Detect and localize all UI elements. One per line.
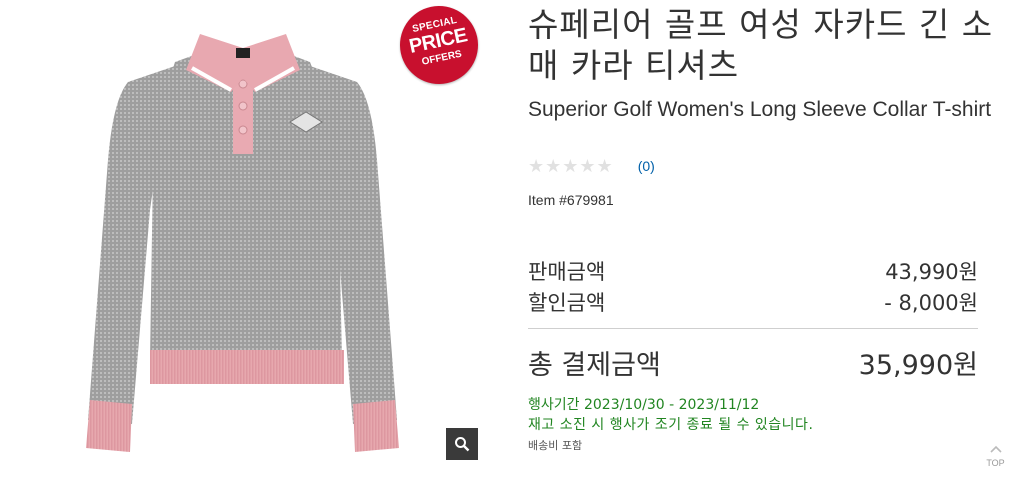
sale-price-value: 43,990원: [885, 260, 978, 284]
product-image[interactable]: SPECIAL PRICE OFFERS: [0, 0, 486, 472]
item-number: Item #679981: [528, 192, 614, 208]
star-rating-icon: ★★★★★: [528, 155, 614, 176]
shipping-note: 배송비 포함: [528, 439, 583, 452]
sale-price-row: 판매금액 43,990원: [528, 256, 978, 286]
price-divider: [528, 328, 978, 329]
chevron-up-icon: [989, 445, 1002, 453]
event-period: 행사기간 2023/10/30 - 2023/11/12: [528, 397, 760, 413]
product-title-korean: 슈페리어 골프 여성 자카드 긴 소매 카라 티셔츠: [528, 5, 994, 85]
total-price-row: 총 결제금액 35,990원: [528, 343, 978, 382]
scroll-top-button[interactable]: TOP: [982, 440, 1009, 470]
discount-row: 할인금액 - 8,000원: [528, 287, 978, 317]
discount-value: - 8,000원: [884, 291, 978, 315]
zoom-button[interactable]: [446, 428, 478, 460]
rating-summary[interactable]: ★★★★★ (0): [528, 156, 655, 176]
review-count-link[interactable]: (0): [638, 158, 655, 174]
product-title-english: Superior Golf Women's Long Sleeve Collar…: [528, 98, 992, 121]
sale-price-label: 판매금액: [528, 260, 606, 284]
total-price-value: 35,990원: [858, 350, 978, 381]
stock-notice: 재고 소진 시 행사가 조기 종료 될 수 있습니다.: [528, 417, 814, 433]
magnifier-icon: [455, 437, 470, 452]
total-price-label: 총 결제금액: [528, 350, 661, 381]
top-label: TOP: [986, 458, 1005, 468]
discount-label: 할인금액: [528, 291, 606, 315]
